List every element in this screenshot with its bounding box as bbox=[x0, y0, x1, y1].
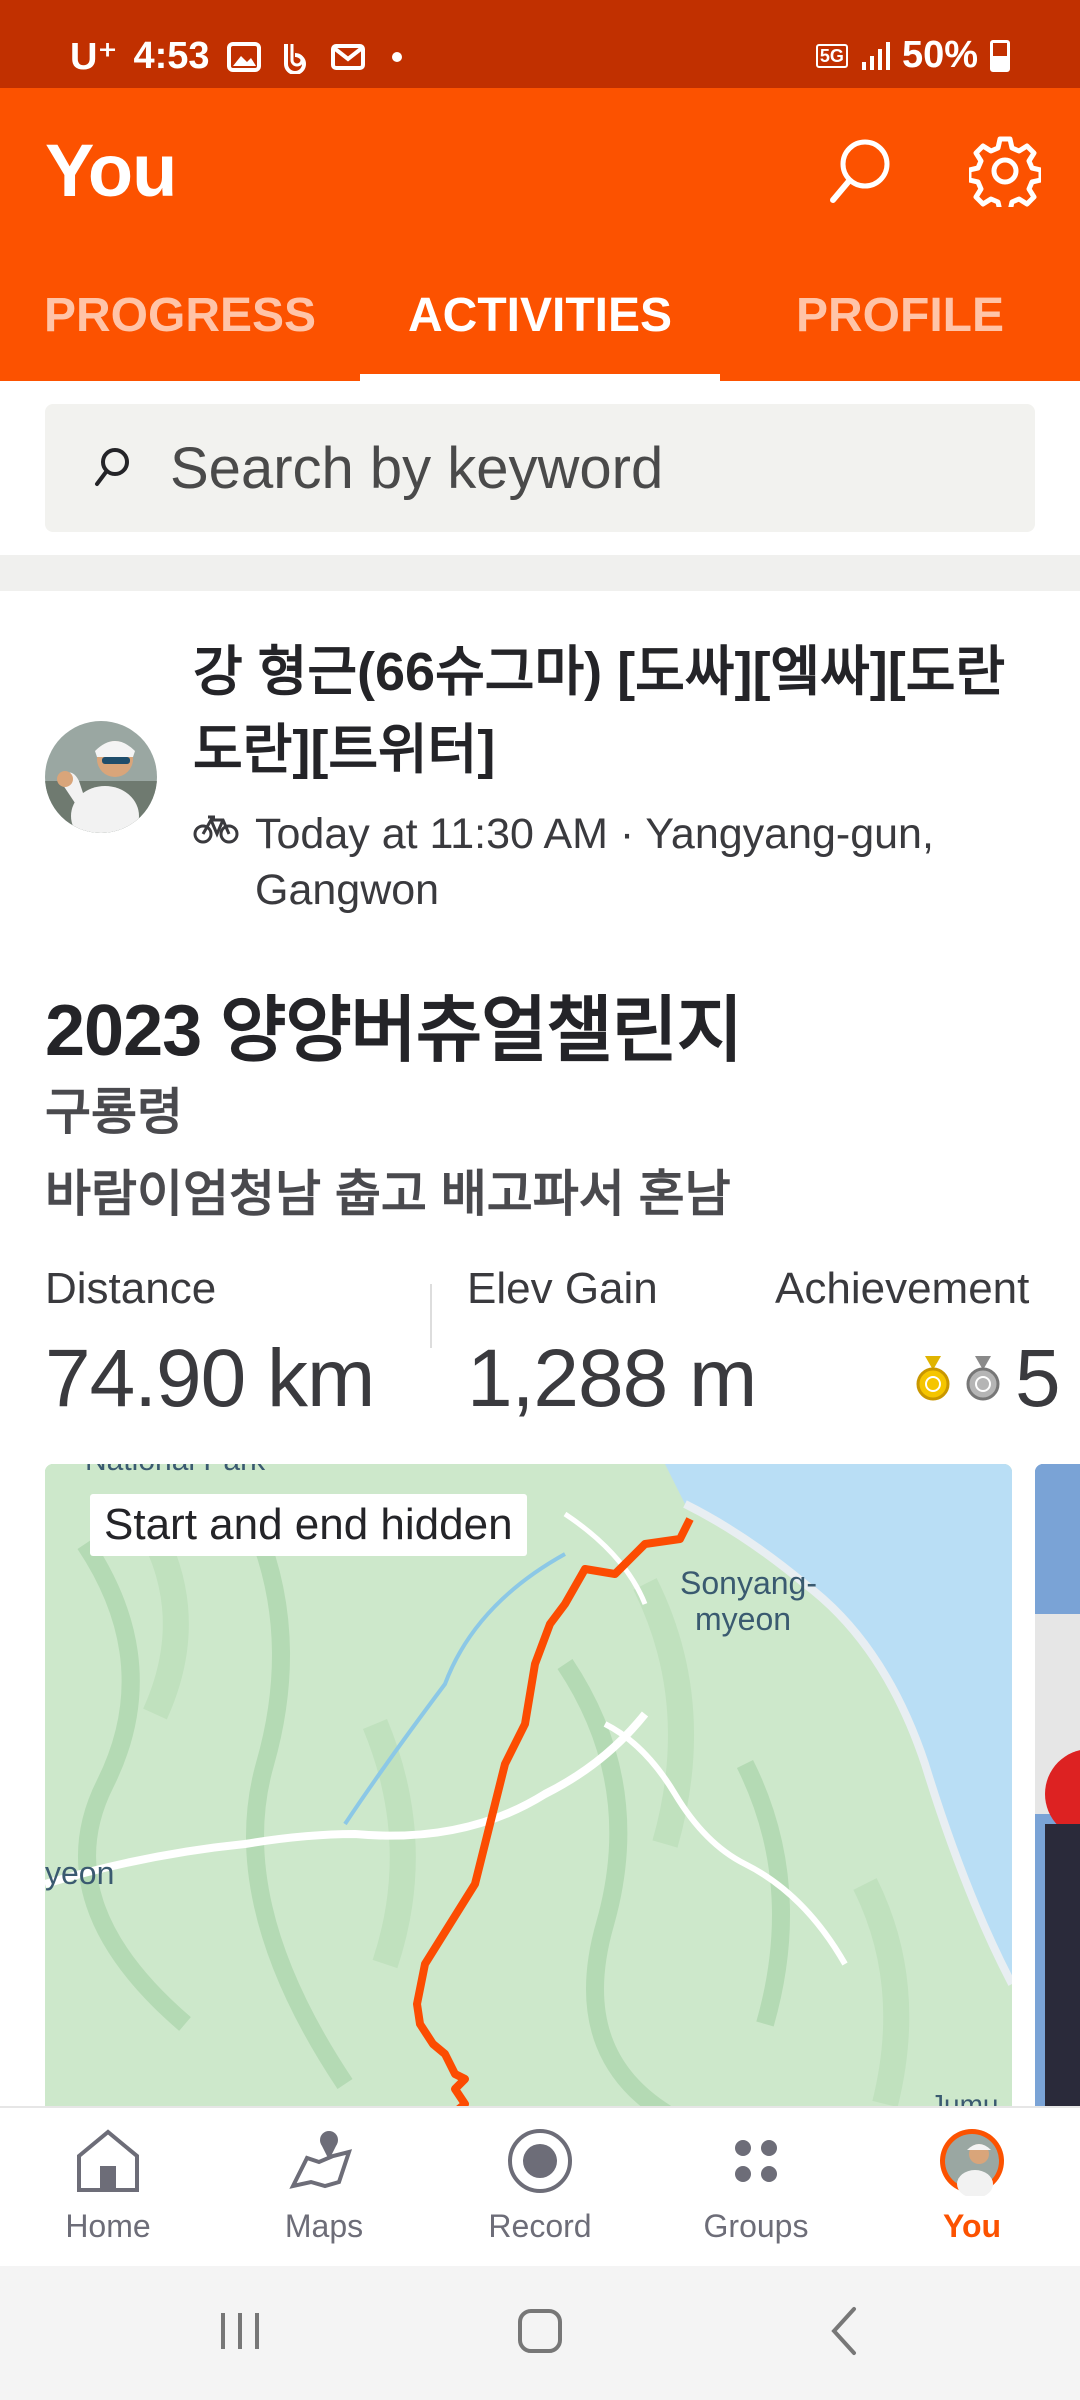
section-divider bbox=[0, 555, 1080, 591]
status-right: 5G 50% bbox=[815, 34, 1010, 77]
settings-button[interactable] bbox=[960, 126, 1050, 216]
search-input[interactable] bbox=[170, 432, 990, 504]
silver-medal-icon bbox=[966, 1356, 1000, 1401]
nav-record-label: Record bbox=[488, 2208, 592, 2244]
search-bar bbox=[45, 404, 1035, 532]
app-notification-icon bbox=[283, 43, 306, 74]
nav-you[interactable]: You bbox=[864, 2108, 1080, 2266]
gear-icon bbox=[969, 136, 1041, 207]
activity-time-location: Today at 11:30 AM · Yangyang-gun, Gangwo… bbox=[255, 810, 934, 914]
achievement-count: 5 bbox=[1015, 1333, 1061, 1424]
map-place-sonyang: Sonyang- bbox=[680, 1565, 817, 1601]
back-icon[interactable] bbox=[820, 2301, 870, 2361]
achievement-label: Achievement bbox=[775, 1264, 1030, 1313]
search-icon bbox=[830, 139, 890, 203]
nav-home-label: Home bbox=[65, 2208, 151, 2244]
athlete-name[interactable]: 강 형근(66슈그마) [도싸][엨싸][도란도란][트위터] bbox=[193, 633, 1043, 789]
achievement-medals: 5 bbox=[915, 1332, 1080, 1426]
gold-medal-icon bbox=[916, 1356, 950, 1401]
map-place-yeon: yeon bbox=[45, 1855, 114, 1891]
search-button[interactable] bbox=[815, 126, 905, 216]
nav-groups-label: Groups bbox=[703, 2208, 809, 2244]
description-line-1: 구룡령 bbox=[45, 1084, 183, 1140]
page-title: You bbox=[45, 129, 177, 212]
groups-icon bbox=[735, 2140, 777, 2182]
stat-separator bbox=[430, 1284, 432, 1348]
activity-title[interactable]: 2023 양양버츄얼챌린지 bbox=[45, 971, 743, 1076]
nav-home[interactable]: Home bbox=[0, 2108, 216, 2266]
home-icon bbox=[77, 2129, 139, 2192]
record-icon bbox=[508, 2129, 572, 2193]
battery-icon bbox=[990, 39, 1010, 72]
elevation-label: Elev Gain bbox=[467, 1264, 658, 1313]
route-map[interactable]: Sonyang- myeon yeon National Park Jumu S… bbox=[45, 1464, 1012, 2106]
distance-value: 74.90 km bbox=[45, 1333, 375, 1424]
stat-achievements: Achievement 5 bbox=[775, 1264, 1080, 1426]
avatar-icon bbox=[940, 2129, 1004, 2196]
more-notifications-dot bbox=[391, 51, 402, 62]
recents-icon[interactable] bbox=[215, 2301, 265, 2361]
bike-icon bbox=[193, 815, 239, 844]
map-place-jumu: Jumu bbox=[930, 2089, 998, 2106]
map-place-national-park: National Park bbox=[85, 1464, 266, 1477]
elevation-value: 1,288 m bbox=[467, 1333, 757, 1424]
activity-card[interactable]: 강 형근(66슈그마) [도싸][엨싸][도란도란][트위터] Today at… bbox=[0, 591, 1080, 2106]
app-header: You PROGRESS ACTIVITIES PROFILE bbox=[0, 88, 1080, 381]
tab-activities[interactable]: ACTIVITIES bbox=[360, 273, 720, 381]
activity-stats: Distance 74.90 km Elev Gain 1,288 m Achi… bbox=[45, 1264, 1080, 1424]
activity-photo[interactable] bbox=[1035, 1464, 1080, 2106]
activity-description: 구룡령 바람이엄청남 춥고 배고파서 혼남 bbox=[45, 1071, 731, 1235]
nav-maps-label: Maps bbox=[284, 2208, 364, 2244]
mail-notification-icon bbox=[330, 43, 365, 70]
system-navigation-bar bbox=[0, 2266, 1080, 2400]
map-canvas: Sonyang- myeon yeon National Park Jumu bbox=[45, 1464, 1012, 2106]
distance-label: Distance bbox=[45, 1264, 217, 1313]
tab-bar: PROGRESS ACTIVITIES PROFILE bbox=[0, 273, 1080, 381]
nav-you-label: You bbox=[942, 2208, 1002, 2244]
stat-distance: Distance 74.90 km bbox=[45, 1264, 375, 1426]
network-type: 5G bbox=[815, 43, 848, 68]
activity-photo-image bbox=[1035, 1464, 1080, 2106]
carrier-label: U⁺ bbox=[70, 36, 118, 78]
nav-groups[interactable]: Groups bbox=[648, 2108, 864, 2266]
activity-meta: Today at 11:30 AM · Yangyang-gun, Gangwo… bbox=[193, 806, 1043, 918]
maps-icon bbox=[289, 2131, 353, 2189]
nav-maps[interactable]: Maps bbox=[216, 2108, 432, 2266]
map-place-myeon: myeon bbox=[695, 1601, 791, 1637]
stat-elevation: Elev Gain 1,288 m bbox=[467, 1264, 757, 1426]
athlete-photo bbox=[45, 721, 157, 833]
tab-progress[interactable]: PROGRESS bbox=[0, 273, 360, 381]
bottom-navigation: Home Maps Record Groups You bbox=[0, 2106, 1080, 2266]
search-icon bbox=[95, 448, 129, 486]
tab-profile[interactable]: PROFILE bbox=[720, 273, 1080, 381]
gallery-notification-icon bbox=[226, 41, 261, 72]
athlete-avatar[interactable] bbox=[45, 721, 157, 833]
nav-record[interactable]: Record bbox=[432, 2108, 648, 2266]
description-line-2: 바람이엄청남 춥고 배고파서 혼남 bbox=[45, 1166, 731, 1222]
battery-percent: 50% bbox=[901, 34, 978, 76]
home-system-icon[interactable] bbox=[515, 2301, 565, 2361]
signal-icon bbox=[861, 41, 890, 70]
privacy-overlay-label: Start and end hidden bbox=[90, 1494, 527, 1556]
status-bar: U⁺ 4:53 5G 50% bbox=[0, 0, 1080, 88]
status-left: U⁺ 4:53 bbox=[70, 34, 402, 79]
clock: 4:53 bbox=[133, 35, 210, 77]
